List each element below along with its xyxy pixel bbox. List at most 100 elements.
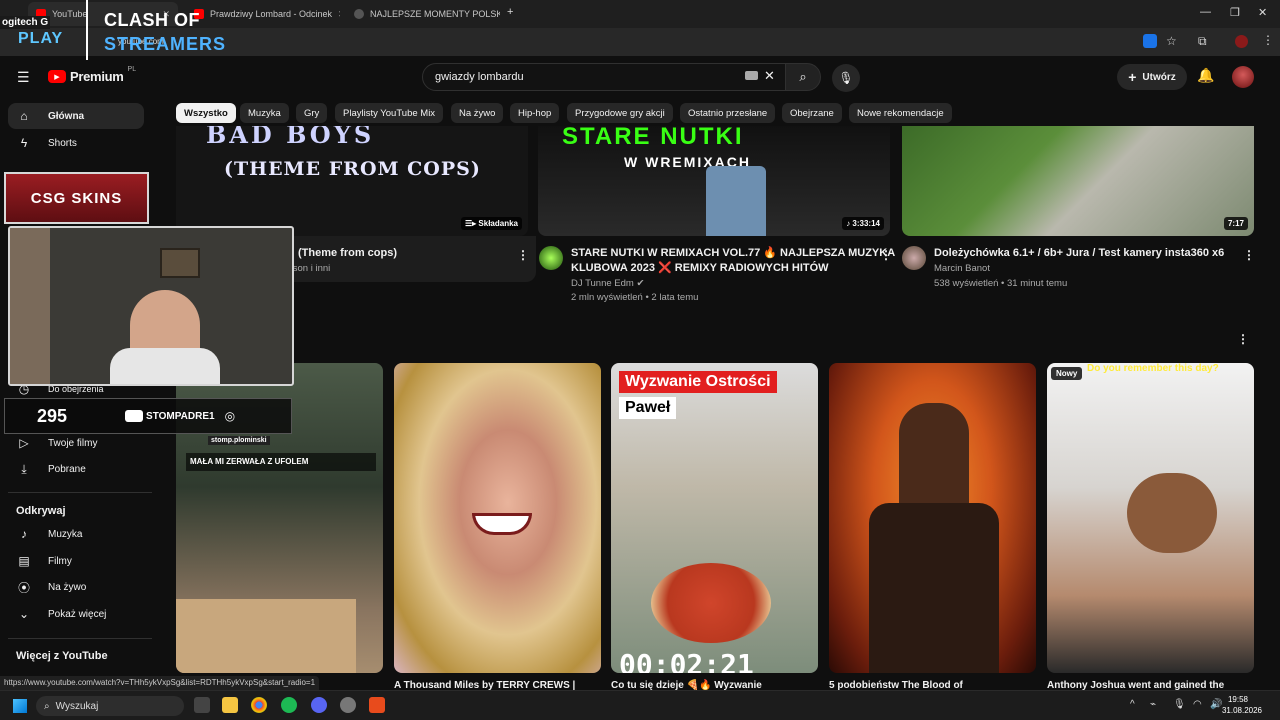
minimize-icon[interactable]: — (1200, 6, 1211, 18)
more-options-icon[interactable]: ⋮ (517, 248, 529, 262)
more-options-icon[interactable]: ⋮ (880, 248, 892, 262)
short-thumbnail-4[interactable] (829, 363, 1036, 673)
link-status-bar: https://www.youtube.com/watch?v=THh5ykVx… (0, 676, 320, 690)
duration-label: 3:33:14 (852, 219, 880, 228)
keyboard-icon[interactable] (745, 71, 758, 80)
teeth-shape (472, 513, 532, 535)
video-thumbnail-bad-boys[interactable]: BAD BOYS (THEME FROM COPS) ☰▸ Składanka (176, 126, 528, 236)
search-button[interactable]: ⌕ (785, 63, 821, 91)
restore-icon[interactable]: ❐ (1230, 6, 1240, 19)
tab-najlepsze[interactable]: NAJLEPSZE MOMENTY POLSKIE ✕ (346, 2, 500, 26)
microphone-icon[interactable]: 🎙 (1173, 699, 1186, 710)
taskbar-search[interactable]: ⌕ Wyszukaj (36, 696, 184, 716)
short-thumbnail-5[interactable]: Nowy Do you remember this day? (1047, 363, 1254, 673)
more-options-icon[interactable]: ⋮ (1243, 248, 1255, 262)
menu-dots-icon[interactable]: ⋮ (1262, 33, 1274, 47)
chip-muzyka[interactable]: Muzyka (240, 103, 289, 123)
account-avatar[interactable] (1232, 66, 1254, 88)
wifi-icon[interactable]: ◠ (1193, 699, 1202, 710)
chip-przygodowe[interactable]: Przygodowe gry akcji (567, 103, 673, 123)
video-title[interactable]: STARE NUTKI W REMIXACH VOL.77 🔥 NAJLEPSZ… (571, 246, 895, 261)
notifications-bell-icon[interactable]: 🔔 (1197, 67, 1214, 84)
chip-nowe[interactable]: Nowe rekomendacje (849, 103, 952, 123)
chip-na-zywo[interactable]: Na żywo (451, 103, 504, 123)
streamer-shirt (110, 348, 220, 384)
windows-start-icon[interactable] (13, 699, 27, 713)
youtube-logo[interactable]: ▶ Premium PL (48, 66, 136, 84)
stream-counter: 295 (37, 405, 68, 426)
sidebar-item-muzyka[interactable]: ♪ Muzyka (8, 521, 144, 547)
channel-avatar[interactable] (539, 246, 563, 270)
network-icon[interactable]: ⌁ (1150, 699, 1156, 710)
thumb-text: (THEME FROM COPS) (224, 158, 481, 180)
taskbar-search-label: Wyszukaj (55, 700, 99, 712)
create-button[interactable]: + Utwórz (1117, 64, 1187, 90)
download-icon: ⤓ (21, 461, 27, 476)
sidebar-item-pobrane[interactable]: ⤓ Pobrane (8, 456, 144, 482)
live-icon: ⦿ (17, 580, 30, 595)
sidebar-item-glowna[interactable]: ⌂ Główna (8, 103, 144, 129)
close-tab-icon[interactable]: ✕ (338, 9, 340, 20)
thumb-text-top: BAD BOYS (206, 126, 375, 149)
extensions-icon[interactable]: ⧉ (1198, 34, 1207, 49)
translate-icon[interactable] (1143, 34, 1157, 48)
brave-icon[interactable] (369, 697, 385, 713)
shelf-more-options-icon[interactable]: ⋮ (1237, 332, 1249, 346)
video-title-line2[interactable]: KLUBOWA 2023 ❌ REMIXY RADIOWYCH HITÓW (571, 261, 829, 276)
search-input[interactable]: gwiazdy lombardu (422, 63, 786, 91)
chip-hip-hop[interactable]: Hip-hop (510, 103, 560, 123)
chip-ostatnio[interactable]: Ostatnio przesłane (680, 103, 776, 123)
sponsor-text: ogitech G (0, 16, 51, 29)
streamer-webcam (8, 226, 294, 386)
new-tab-button[interactable]: + (507, 6, 513, 18)
youtube-icon (125, 410, 144, 422)
video-stats: 538 wyświetleń • 31 minut temu (934, 278, 1068, 289)
short-timer: 00:02:21 (619, 648, 754, 673)
discord-icon[interactable] (311, 697, 327, 713)
clear-search-icon[interactable]: ✕ (764, 68, 775, 84)
sidebar-item-filmy[interactable]: ▤ Filmy (8, 548, 144, 574)
short-thumbnail-2[interactable] (394, 363, 601, 673)
channel-name[interactable]: Marcin Banot (934, 263, 990, 274)
channel-avatar[interactable] (902, 246, 926, 270)
badge-label: Składanka (478, 219, 518, 228)
short-thumbnail-3[interactable]: Wyzwanie Ostrości Paweł 00:02:21 (611, 363, 818, 673)
spotify-icon[interactable] (281, 697, 297, 713)
voice-search-button[interactable]: 🎙 (832, 64, 860, 92)
video-thumbnail-dolezychowka[interactable]: 7:17 (902, 126, 1254, 236)
task-view-icon[interactable] (194, 697, 210, 713)
sidebar-item-na-zywo[interactable]: ⦿ Na żywo (8, 574, 144, 600)
profile-icon[interactable] (1235, 35, 1248, 48)
warrior-body (869, 503, 999, 673)
csgo-skins-banner: CSG SKINS (4, 172, 149, 224)
clock-date: 31.08.2026 (1221, 706, 1262, 715)
close-window-icon[interactable]: ✕ (1258, 6, 1267, 19)
thumb-text: STARE NUTKI (562, 126, 744, 150)
webcam-door (10, 228, 50, 384)
bookmark-star-icon[interactable]: ☆ (1166, 34, 1177, 48)
tray-chevron-icon[interactable]: ^ (1130, 699, 1135, 710)
video-title[interactable]: Doleżychówka 6.1+ / 6b+ Jura / Test kame… (934, 246, 1224, 261)
chrome-icon[interactable] (251, 697, 267, 713)
tab-label: NAJLEPSZE MOMENTY POLSKIE (370, 9, 500, 19)
sidebar-item-shorts[interactable]: ϟ Shorts (8, 130, 144, 156)
chip-obejrzane[interactable]: Obejrzane (782, 103, 842, 123)
webcam-picture-frame (160, 248, 200, 278)
sidebar-item-pokaz-wiecej[interactable]: ⌄ Pokaż więcej (8, 601, 144, 627)
csgo-text: CSG SKINS (30, 189, 123, 207)
volume-icon[interactable]: 🔊 (1210, 699, 1222, 710)
obs-icon[interactable] (340, 697, 356, 713)
video-stats: 2 mln wyświetleń • 2 lata temu (571, 292, 699, 303)
hamburger-menu-icon[interactable]: ☰ (17, 69, 30, 86)
video-title[interactable]: (Theme from cops) (298, 246, 397, 261)
short-top-text: Do you remember this day? (1087, 363, 1219, 374)
chip-wszystko[interactable]: Wszystko (176, 103, 236, 123)
brand-title-top: CLASH OF (104, 10, 200, 30)
chip-playlisty[interactable]: Playlisty YouTube Mix (335, 103, 444, 123)
file-explorer-icon[interactable] (222, 697, 238, 713)
channel-name[interactable]: DJ Tunne Edm ✔ (571, 278, 644, 289)
chip-gry[interactable]: Gry (296, 103, 328, 123)
video-thumbnail-stare-nutki[interactable]: STARE NUTKI W WREMIXACH ♪ 3:33:14 (538, 126, 890, 236)
youtube-play-logo-icon: ▶ (48, 70, 66, 83)
sidebar-section-wiecej: Więcej z YouTube (16, 650, 108, 662)
